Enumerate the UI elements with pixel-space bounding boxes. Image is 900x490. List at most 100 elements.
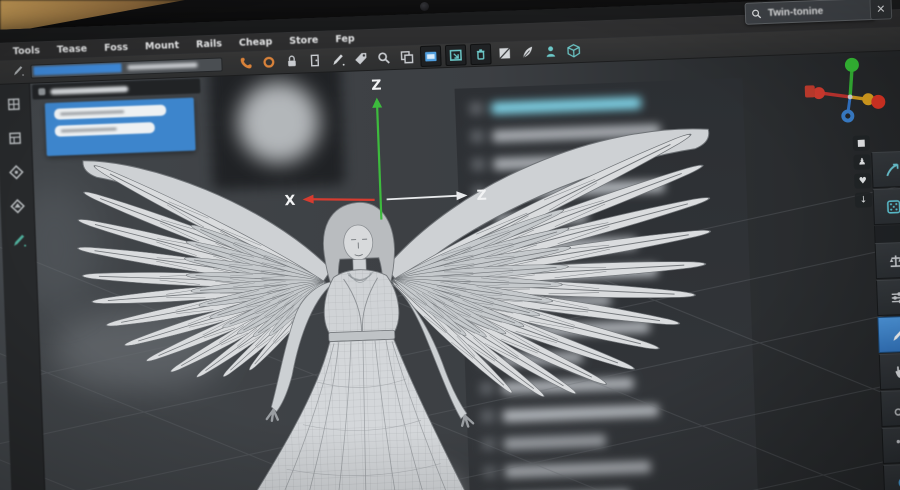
- menu-item-fep[interactable]: Fep: [335, 33, 355, 45]
- search-icon: [752, 9, 762, 18]
- axis-label-left: X: [284, 193, 296, 209]
- hand-icon-button[interactable]: [878, 352, 900, 391]
- axis-gizmo[interactable]: Z X Z: [280, 74, 487, 223]
- panels-icon-button[interactable]: [3, 127, 26, 150]
- tag-icon: [355, 52, 367, 65]
- search-input[interactable]: [765, 2, 870, 20]
- image-icon: [499, 47, 511, 60]
- close-button[interactable]: ✕: [869, 0, 893, 21]
- angel-wireframe-model[interactable]: [73, 126, 724, 490]
- export-icon-button[interactable]: [871, 150, 900, 189]
- menu-item-cheap[interactable]: Cheap: [239, 36, 273, 48]
- copy-icon: [400, 51, 414, 64]
- box-icon: [425, 51, 437, 62]
- quill-icon: [523, 46, 533, 58]
- axis-label-up: Z: [371, 78, 382, 94]
- diamond-icon-button[interactable]: [4, 161, 27, 184]
- phone-icon-button[interactable]: [236, 53, 256, 73]
- ring-icon: [263, 56, 275, 68]
- cube-icon: [567, 43, 581, 58]
- person-icon: [546, 46, 556, 57]
- menu-item-rails[interactable]: Rails: [196, 38, 222, 50]
- export-icon: [885, 163, 898, 176]
- notification-badge: [804, 85, 816, 98]
- dots-icon: [896, 439, 900, 443]
- toolbar-field[interactable]: [30, 56, 223, 79]
- heart-icon-button[interactable]: ♥: [854, 173, 872, 189]
- sliders-icon-button[interactable]: [876, 278, 900, 317]
- pyramid-icon-button[interactable]: [6, 195, 29, 218]
- door-icon: [310, 54, 320, 67]
- axis-label-right: Z: [476, 188, 487, 204]
- frame-icon-button[interactable]: [444, 44, 467, 67]
- copy-icon-button[interactable]: [397, 47, 417, 67]
- nav-axis-y[interactable]: [844, 57, 860, 73]
- square-icon-button[interactable]: ■: [852, 135, 871, 151]
- webcam-dot: [420, 2, 429, 11]
- door-icon-button[interactable]: [305, 51, 325, 71]
- ring-icon-button[interactable]: [259, 52, 279, 72]
- dice-icon: [886, 199, 900, 214]
- link-icon-button[interactable]: [880, 389, 900, 427]
- scale-icon: [889, 255, 900, 267]
- outliner-panel: [32, 78, 203, 157]
- menu-item-mount[interactable]: Mount: [145, 40, 179, 52]
- pyramid-icon: [9, 199, 25, 214]
- lock-icon-button[interactable]: [282, 51, 302, 71]
- trash-icon: [476, 49, 485, 60]
- pen-icon-button[interactable]: [328, 50, 348, 70]
- nav-gizmo[interactable]: [812, 57, 886, 124]
- outliner-item[interactable]: [54, 122, 155, 137]
- grid-icon-button[interactable]: [2, 93, 25, 116]
- down-arrow-icon-button[interactable]: ↓: [854, 192, 873, 208]
- pen-icon: [14, 66, 24, 76]
- cube-icon-button[interactable]: [564, 41, 584, 61]
- z2-axis-line[interactable]: [386, 194, 459, 201]
- right-hand: [460, 414, 475, 428]
- x-axis-line[interactable]: [310, 197, 375, 202]
- scale-icon-button[interactable]: [874, 241, 900, 280]
- pen-green-icon-button[interactable]: [7, 229, 30, 252]
- menu-item-tease[interactable]: Tease: [57, 43, 88, 55]
- quill-icon-button[interactable]: [518, 43, 538, 63]
- app-window: Z X Z Tools Tease Foss Mount Rails Cheap…: [0, 0, 900, 490]
- magnifier-icon-button[interactable]: [374, 48, 394, 68]
- bust-icon-button[interactable]: ♟: [853, 154, 871, 170]
- dots-icon-button[interactable]: [881, 426, 900, 464]
- diamond-icon: [8, 165, 24, 180]
- toolbar-divider: [873, 224, 900, 244]
- outliner-title-blur: [50, 85, 129, 95]
- lock-icon: [288, 55, 296, 67]
- dice-icon-button[interactable]: [872, 187, 900, 226]
- image-icon-button[interactable]: [495, 44, 515, 64]
- outliner-item[interactable]: [53, 104, 167, 120]
- outliner-selection[interactable]: [44, 97, 196, 157]
- menu-item-tools[interactable]: Tools: [13, 45, 41, 57]
- pen-icon: [333, 54, 345, 66]
- grid-icon: [7, 98, 20, 111]
- hand-icon: [895, 365, 900, 378]
- link-icon: [894, 406, 900, 416]
- frame-icon: [449, 49, 462, 61]
- edit-pen-icon[interactable]: [11, 62, 25, 81]
- person-icon-button[interactable]: [541, 42, 561, 62]
- pen-icon: [892, 328, 900, 341]
- trash-icon-button[interactable]: [469, 43, 492, 66]
- magnifier-icon: [378, 52, 390, 64]
- panels-icon: [8, 132, 21, 145]
- tag-icon-button[interactable]: [351, 49, 371, 69]
- panel-icon: [38, 88, 46, 96]
- sphere-icon: [898, 476, 900, 488]
- z2-axis-arrowhead: [456, 191, 468, 201]
- pen-icon-button[interactable]: [877, 315, 900, 354]
- sliders-icon: [891, 291, 900, 303]
- box-icon-button[interactable]: [419, 45, 442, 68]
- menu-item-foss[interactable]: Foss: [104, 41, 128, 53]
- pen-green-icon: [13, 234, 26, 247]
- z-axis-line[interactable]: [376, 105, 383, 220]
- x-axis-arrowhead: [302, 194, 314, 204]
- sphere-icon-button[interactable]: [882, 463, 900, 490]
- menu-item-store[interactable]: Store: [289, 34, 318, 46]
- view-options-column: ■ ♟ ♥ ↓: [852, 135, 873, 208]
- phone-icon: [240, 57, 252, 69]
